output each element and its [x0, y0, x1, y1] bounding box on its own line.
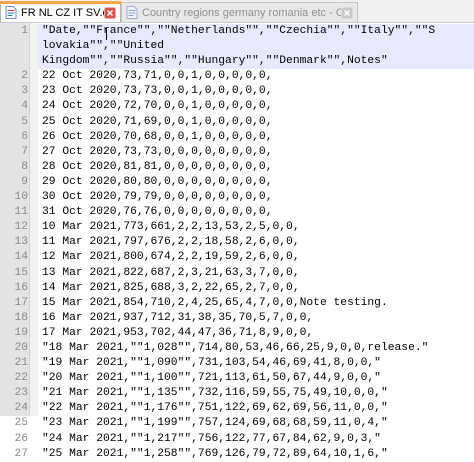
code-line[interactable]: 27 Oct 2020,73,73,0,0,0,0,0,0,0,0,	[42, 145, 472, 160]
code-line[interactable]: 26 Oct 2020,70,68,0,0,1,0,0,0,0,0,	[42, 130, 472, 145]
code-line[interactable]: lovakia"",""United	[42, 39, 472, 54]
code-line[interactable]: "18 Mar 2021,""1,028"",714,80,53,46,66,2…	[42, 341, 472, 356]
document-icon	[126, 6, 138, 19]
line-number: 23	[14, 387, 28, 400]
text-editor[interactable]: 1 2 3 4 5 6 7 8 9 10 11 12 13 14 15 16 17 18 19 20 21 22 23 24 2…	[0, 23, 474, 460]
line-number: 12	[14, 221, 28, 234]
line-number: 25	[14, 417, 28, 430]
tab-bar: FR NL CZ IT SV.csv Country regions germa…	[0, 0, 474, 23]
line-number: 11	[14, 206, 28, 219]
code-line[interactable]: 28 Oct 2020,81,81,0,0,0,0,0,0,0,0,	[42, 160, 472, 175]
line-number: 7	[21, 145, 28, 158]
code-line[interactable]: 10 Mar 2021,773,661,2,2,13,53,2,5,0,0,	[42, 220, 472, 235]
tab-country-regions-copy-csv[interactable]: Country regions germany romania etc - Co…	[121, 2, 358, 22]
code-line[interactable]: 14 Mar 2021,825,688,3,2,22,65,2,7,0,0,	[42, 281, 472, 296]
line-number: 6	[21, 130, 28, 143]
tab-label: FR NL CZ IT SV.csv	[21, 6, 104, 19]
line-number: 17	[14, 296, 28, 309]
line-numbers: 1 2 3 4 5 6 7 8 9 10 11 12 13 14 15 16 17 18 19 20 21 22 23 24 2…	[0, 24, 28, 462]
code-line[interactable]: 24 Oct 2020,72,70,0,0,1,0,0,0,0,0,	[42, 99, 472, 114]
line-number: 14	[14, 251, 28, 264]
code-line[interactable]: 22 Oct 2020,73,71,0,0,1,0,0,0,0,0,	[42, 69, 472, 84]
code-line[interactable]: "20 Mar 2021,""1,100"",721,113,61,50,67,…	[42, 371, 472, 386]
text-caret	[106, 28, 107, 40]
code-line[interactable]: "22 Mar 2021,""1,176"",751,122,69,62,69,…	[42, 401, 472, 416]
line-number: 21	[14, 357, 28, 370]
code-line[interactable]: 31 Oct 2020,76,76,0,0,0,0,0,0,0,0,	[42, 205, 472, 220]
line-number: 16	[14, 281, 28, 294]
line-number: 13	[14, 236, 28, 249]
code-line[interactable]: 16 Mar 2021,937,712,31,38,35,70,5,7,0,0,	[42, 311, 472, 326]
tab-fr-nl-cz-it-sv-csv[interactable]: FR NL CZ IT SV.csv	[0, 1, 121, 22]
line-number	[0, 54, 28, 69]
code-line[interactable]: 29 Oct 2020,80,80,0,0,0,0,0,0,0,0,	[42, 175, 472, 190]
line-number: 27	[14, 447, 28, 460]
code-line[interactable]: 25 Oct 2020,71,69,0,0,1,0,0,0,0,0,	[42, 115, 472, 130]
line-number: 9	[21, 175, 28, 188]
line-number: 8	[21, 160, 28, 173]
line-number: 10	[14, 191, 28, 204]
fold-margin[interactable]	[30, 23, 38, 416]
line-number: 3	[21, 85, 28, 98]
line-number: 22	[14, 372, 28, 385]
code-line[interactable]: "19 Mar 2021,""1,090"",731,103,54,46,69,…	[42, 356, 472, 371]
code-line[interactable]: 30 Oct 2020,79,79,0,0,0,0,0,0,0,0,	[42, 190, 472, 205]
code-line[interactable]: 17 Mar 2021,953,702,44,47,36,71,8,9,0,0,	[42, 326, 472, 341]
document-icon	[5, 6, 17, 19]
line-number: 5	[21, 115, 28, 128]
code-area[interactable]: "Date,""France"",""Netherlands"",""Czech…	[42, 24, 472, 462]
close-icon[interactable]	[104, 7, 116, 19]
code-line[interactable]: "23 Mar 2021,""1,199"",757,124,69,68,68,…	[42, 416, 472, 431]
line-number: 18	[14, 311, 28, 324]
code-line[interactable]: 15 Mar 2021,854,710,2,4,25,65,4,7,0,0,No…	[42, 296, 472, 311]
line-number: 20	[14, 341, 28, 354]
line-number: 4	[21, 100, 28, 113]
line-number: 2	[21, 70, 28, 83]
line-number	[0, 39, 28, 54]
line-number: 15	[14, 266, 28, 279]
tab-label: Country regions germany romania etc - Co…	[142, 6, 341, 19]
line-number: 24	[14, 402, 28, 415]
code-line[interactable]: "21 Mar 2021,""1,135"",732,116,59,55,75,…	[42, 386, 472, 401]
code-line[interactable]: "24 Mar 2021,""1,217"",756,122,77,67,84,…	[42, 432, 472, 447]
close-icon[interactable]	[341, 7, 353, 19]
line-number: 19	[14, 326, 28, 339]
code-line[interactable]: 13 Mar 2021,822,687,2,3,21,63,3,7,0,0,	[42, 266, 472, 281]
code-line[interactable]: "25 Mar 2021,""1,258"",769,126,79,72,89,…	[42, 447, 472, 462]
code-line[interactable]: 23 Oct 2020,73,73,0,0,1,0,0,0,0,0,	[42, 84, 472, 99]
code-line[interactable]: 11 Mar 2021,797,676,2,2,18,58,2,6,0,0,	[42, 235, 472, 250]
code-line[interactable]: Kingdom"",""Russia"",""Hungary"",""Denma…	[42, 54, 472, 69]
line-number: 1	[21, 25, 28, 37]
line-number: 26	[14, 432, 28, 445]
code-line[interactable]: 12 Mar 2021,800,674,2,2,19,59,2,6,0,0,	[42, 250, 472, 265]
